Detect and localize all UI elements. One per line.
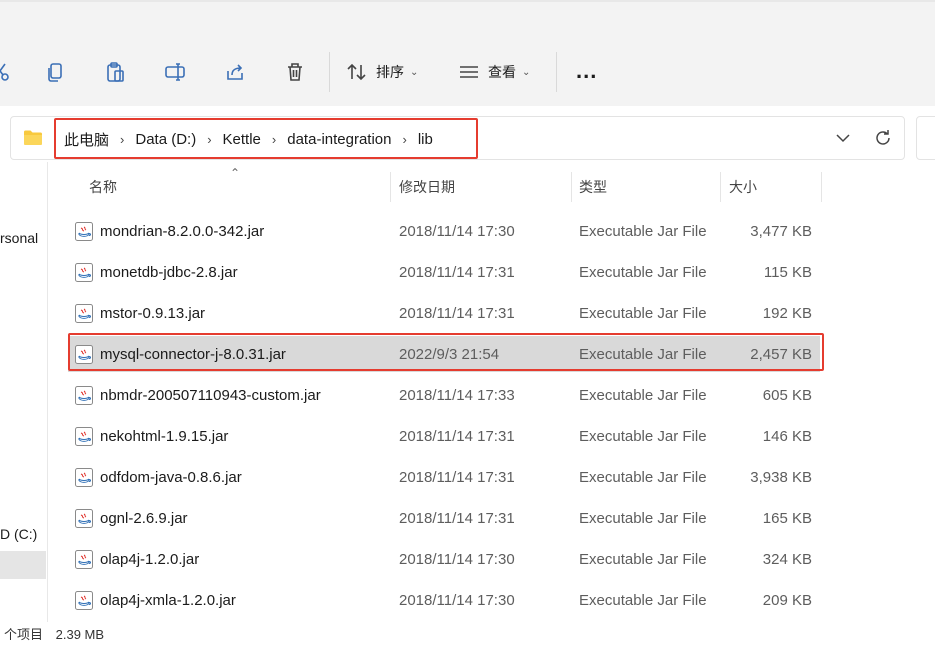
file-name: monetdb-jdbc-2.8.jar xyxy=(100,263,238,281)
delete-icon[interactable] xyxy=(279,56,311,88)
file-name: odfdom-java-0.8.6.jar xyxy=(100,468,242,486)
file-name: ognl-2.6.9.jar xyxy=(100,509,188,527)
file-type: Executable Jar File xyxy=(579,509,707,527)
file-row[interactable]: olap4j-1.2.0.jar 2018/11/14 17:30 Executab… xyxy=(68,541,820,577)
java-jar-icon xyxy=(75,386,93,405)
cut-icon[interactable] xyxy=(0,56,16,88)
column-header-name[interactable]: 名称 xyxy=(89,172,117,202)
rename-icon[interactable] xyxy=(159,56,191,88)
java-jar-icon xyxy=(75,550,93,569)
chevron-down-icon: ⌄ xyxy=(410,66,419,78)
file-date: 2018/11/14 17:31 xyxy=(399,263,515,281)
column-divider[interactable] xyxy=(390,172,391,202)
file-date: 2018/11/14 17:30 xyxy=(399,591,515,609)
highlight-box-row xyxy=(68,333,824,371)
folder-icon xyxy=(24,130,42,145)
chevron-down-icon[interactable] xyxy=(833,128,853,148)
java-jar-icon xyxy=(75,304,93,323)
file-date: 2018/11/14 17:31 xyxy=(399,509,515,527)
file-size: 3,938 KB xyxy=(750,468,812,486)
chevron-down-icon: ⌄ xyxy=(522,66,531,78)
copy-icon[interactable] xyxy=(40,56,72,88)
sort-button[interactable]: 排序 ⌄ xyxy=(346,58,418,86)
file-name: olap4j-xmla-1.2.0.jar xyxy=(100,591,236,609)
view-button[interactable]: 查看 ⌄ xyxy=(458,58,530,86)
sort-ascending-icon: ⌃ xyxy=(230,166,241,180)
file-date: 2018/11/14 17:31 xyxy=(399,304,515,322)
file-size: 146 KB xyxy=(762,427,812,445)
sort-icon xyxy=(347,63,366,81)
file-date: 2018/11/14 17:31 xyxy=(399,468,515,486)
selection-size: 2.39 MB xyxy=(55,627,105,642)
file-date: 2018/11/14 17:30 xyxy=(399,222,515,240)
refresh-icon[interactable] xyxy=(873,128,893,148)
sort-label: 排序 xyxy=(376,64,404,80)
column-divider[interactable] xyxy=(720,172,721,202)
file-date: 2018/11/14 17:33 xyxy=(399,386,515,404)
file-size: 209 KB xyxy=(762,591,812,609)
file-name: olap4j-1.2.0.jar xyxy=(100,550,200,568)
more-options-button[interactable]: ... xyxy=(576,60,597,82)
file-row[interactable]: mondrian-8.2.0.0-342.jar 2018/11/14 17:30… xyxy=(68,213,820,249)
file-type: Executable Jar File xyxy=(579,304,707,322)
file-name: nbmdr-200507110943-custom.jar xyxy=(100,386,321,404)
java-jar-icon xyxy=(75,591,93,610)
column-header-type[interactable]: 类型 xyxy=(579,172,607,202)
file-row[interactable]: mstor-0.9.13.jar 2018/11/14 17:31 Executab… xyxy=(68,295,820,331)
java-jar-icon xyxy=(75,222,93,241)
file-type: Executable Jar File xyxy=(579,222,707,240)
command-bar: 排序 ⌄ 查看 ⌄ ... xyxy=(0,0,935,106)
column-divider[interactable] xyxy=(821,172,822,202)
toolbar-separator xyxy=(556,52,557,92)
highlight-box-address xyxy=(54,118,478,159)
java-jar-icon xyxy=(75,263,93,282)
search-box[interactable] xyxy=(916,116,935,160)
file-row[interactable]: odfdom-java-0.8.6.jar 2018/11/14 17:31 Exe… xyxy=(68,459,820,495)
title-divider xyxy=(0,0,935,2)
item-count: 个项目 xyxy=(4,627,44,642)
file-type: Executable Jar File xyxy=(579,263,707,281)
column-divider[interactable] xyxy=(571,172,572,202)
file-name: mstor-0.9.13.jar xyxy=(100,304,206,322)
file-size: 3,477 KB xyxy=(750,222,812,240)
column-header-size[interactable]: 大小 xyxy=(729,172,757,202)
share-icon[interactable] xyxy=(219,56,251,88)
paste-icon[interactable] xyxy=(99,56,131,88)
file-type: Executable Jar File xyxy=(579,591,707,609)
file-name: mondrian-8.2.0.0-342.jar xyxy=(100,222,265,240)
file-date: 2018/11/14 17:31 xyxy=(399,427,515,445)
toolbar-separator xyxy=(329,52,330,92)
file-row[interactable]: monetdb-jdbc-2.8.jar 2018/11/14 17:31 Exec… xyxy=(68,254,820,290)
status-bar: 个项目 2.39 MB xyxy=(4,624,113,643)
view-label: 查看 xyxy=(488,64,516,80)
file-row[interactable]: nekohtml-1.9.15.jar 2018/11/14 17:31 Execu… xyxy=(68,418,820,454)
file-size: 192 KB xyxy=(762,304,812,322)
java-jar-icon xyxy=(75,427,93,446)
java-jar-icon xyxy=(75,468,93,487)
file-name: nekohtml-1.9.15.jar xyxy=(100,427,229,445)
file-type: Executable Jar File xyxy=(579,427,707,445)
file-row[interactable]: olap4j-xmla-1.2.0.jar 2018/11/14 17:30 Exe… xyxy=(68,582,820,618)
file-size: 324 KB xyxy=(762,550,812,568)
file-row[interactable]: nbmdr-200507110943-custom.jar 2018/11/14 … xyxy=(68,377,820,413)
file-row[interactable]: ognl-2.6.9.jar 2018/11/14 17:31 Executable… xyxy=(68,500,820,536)
nav-item-personal[interactable]: rsonal xyxy=(0,230,38,246)
column-header-date[interactable]: 修改日期 xyxy=(399,172,455,202)
file-date: 2018/11/14 17:30 xyxy=(399,550,515,568)
file-type: Executable Jar File xyxy=(579,550,707,568)
java-jar-icon xyxy=(75,509,93,528)
view-icon xyxy=(460,66,478,78)
nav-item-drive-c[interactable]: D (C:) xyxy=(0,526,37,542)
file-size: 605 KB xyxy=(762,386,812,404)
nav-item-selected[interactable] xyxy=(0,551,46,579)
file-type: Executable Jar File xyxy=(579,386,707,404)
file-size: 165 KB xyxy=(762,509,812,527)
file-size: 115 KB xyxy=(763,263,812,281)
file-type: Executable Jar File xyxy=(579,468,707,486)
